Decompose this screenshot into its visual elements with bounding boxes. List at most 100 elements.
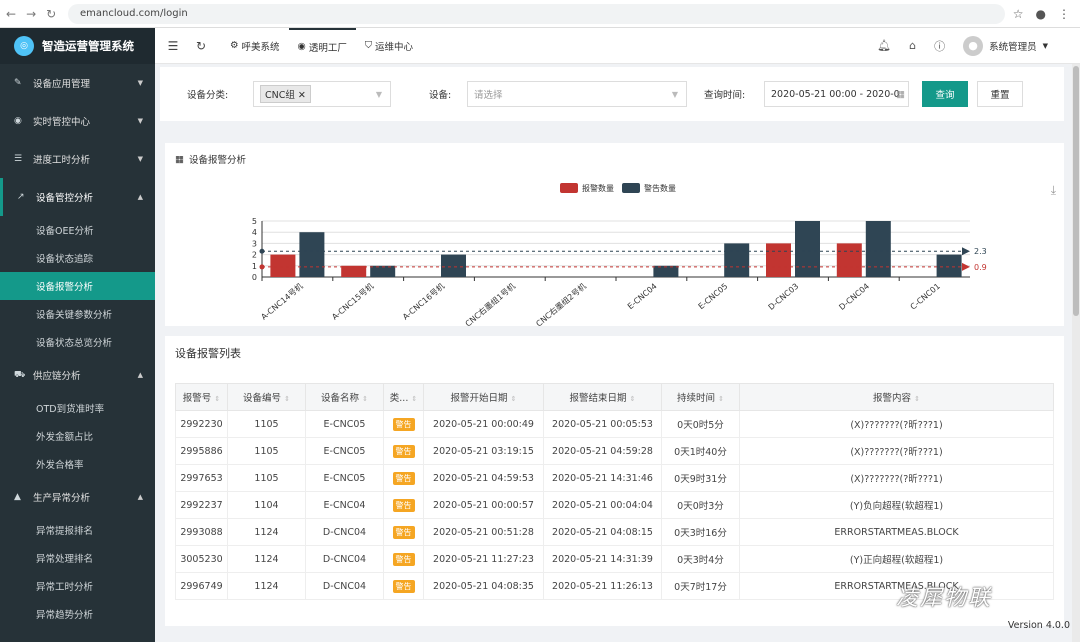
sidebar-item-otd[interactable]: OTD到货准时率: [0, 394, 155, 422]
menu-progress[interactable]: ☰ 进度工时分析 ▼: [0, 140, 155, 178]
close-icon[interactable]: ✕: [298, 90, 306, 101]
column-header[interactable]: 报警号 ⇕: [175, 383, 228, 411]
menu-device-control[interactable]: ↗ 设备管控分析 ▲: [0, 178, 155, 216]
profile-icon[interactable]: ●: [1036, 7, 1046, 21]
sidebar: ◎ 智造运营管理系统 ✎ 设备应用管理 ▼ ◉ 实时管控中心 ▼ ☰ 进度工时分析 ▼ ↗ 设…: [0, 28, 155, 642]
sidebar-item-exc-trend[interactable]: 异常趋势分析: [0, 600, 155, 628]
bar: [836, 243, 862, 277]
menu-label: 进度工时分析: [33, 155, 91, 166]
sort-icon[interactable]: ⇕: [362, 395, 368, 403]
column-header[interactable]: 持续时间 ⇕: [661, 383, 740, 411]
column-header[interactable]: 设备编号 ⇕: [227, 383, 306, 411]
top-bar: ☰ ↻ ⚙ 呼美系统 ◉ 透明工厂 ⛉ 运维中心 🔔︎ ⌂ ⓘ ● 系统管理员 ▼: [155, 27, 1080, 64]
table-row[interactable]: 2993088 1124 D-CNC04 警告 2020-05-21 00:51:28 2…: [175, 518, 1054, 546]
menu-exception[interactable]: ▲ 生产异常分析 ▲: [0, 478, 155, 516]
sidebar-item-outsource-amount[interactable]: 外发金额占比: [0, 422, 155, 450]
sidebar-item-exc-hours[interactable]: 异常工时分析: [0, 572, 155, 600]
table-cell: 2020-05-21 04:59:28: [543, 437, 662, 465]
column-header[interactable]: 类... ⇕: [383, 383, 424, 411]
device-select[interactable]: 请选择 ▼: [467, 81, 687, 107]
x-tick-label: D-CNC03: [767, 282, 801, 312]
table-row[interactable]: 2992230 1105 E-CNC05 警告 2020-05-21 00:00:49 2…: [175, 410, 1054, 438]
tab-ops[interactable]: ⛉ 运维中心: [356, 28, 422, 64]
sort-icon[interactable]: ⇕: [718, 395, 724, 403]
sort-icon[interactable]: ⇕: [914, 395, 920, 403]
table-cell: (X)???????(?昕???1): [739, 410, 1054, 438]
device-label: 设备:: [429, 90, 452, 101]
table-cell: 0天9时31分: [661, 464, 740, 492]
table-row[interactable]: 2995886 1105 E-CNC05 警告 2020-05-21 03:19:15 2…: [175, 437, 1054, 465]
sidebar-item-exc-report[interactable]: 异常提报排名: [0, 516, 155, 544]
sidebar-item-key-params[interactable]: 设备关键参数分析: [0, 300, 155, 328]
sort-icon[interactable]: ⇕: [214, 395, 220, 403]
forward-icon[interactable]: →: [26, 7, 36, 21]
cell-text: 2995886: [180, 445, 223, 457]
user-menu[interactable]: ● 系统管理员 ▼: [963, 35, 1048, 56]
cell-text: 2020-05-21 03:19:15: [433, 445, 534, 457]
cell-text: 0天3时4分: [677, 555, 724, 566]
refresh-icon[interactable]: ↻: [187, 39, 215, 53]
category-tag: CNC组 ✕: [260, 85, 311, 103]
sidebar-item-status-track[interactable]: 设备状态追踪: [0, 244, 155, 272]
menu-realtime[interactable]: ◉ 实时管控中心 ▼: [0, 102, 155, 140]
back-icon[interactable]: ←: [6, 7, 16, 21]
time-range-input[interactable]: 2020-05-21 00:00 - 2020-0 ▦: [764, 81, 909, 107]
star-icon[interactable]: ☆: [1013, 7, 1024, 21]
column-header[interactable]: 报警结束日期 ⇕: [543, 383, 662, 411]
sort-icon[interactable]: ⇕: [511, 395, 517, 403]
cell-text: 2020-05-21 11:27:23: [433, 553, 534, 565]
cell-text: 3005230: [180, 553, 223, 565]
reset-button[interactable]: 重置: [977, 81, 1023, 107]
sidebar-item-exc-handle[interactable]: 异常处理排名: [0, 544, 155, 572]
table-cell: 2020-05-21 14:31:39: [543, 545, 662, 573]
status-badge: 警告: [392, 525, 415, 539]
table-cell: 0天3时4分: [661, 545, 740, 573]
category-select[interactable]: CNC组 ✕ ▼: [253, 81, 391, 107]
sidebar-item-status-overview[interactable]: 设备状态总览分析: [0, 328, 155, 356]
tag-icon[interactable]: ⌂: [909, 39, 916, 52]
x-tick-label: E-CNC05: [697, 282, 730, 312]
time-value: 2020-05-21 00:00 - 2020-0: [771, 88, 900, 100]
menu-device-app[interactable]: ✎ 设备应用管理 ▼: [0, 64, 155, 102]
cell-text: E-CNC05: [323, 445, 366, 457]
status-badge: 警告: [392, 417, 415, 431]
sidebar-item-oee[interactable]: 设备OEE分析: [0, 216, 155, 244]
sidebar-item-alarm[interactable]: 设备报警分析: [0, 272, 155, 300]
query-button[interactable]: 查询: [922, 81, 968, 107]
tab-humei[interactable]: ⚙ 呼美系统: [221, 28, 289, 64]
tab-factory[interactable]: ◉ 透明工厂: [288, 27, 356, 64]
sort-icon[interactable]: ⇕: [411, 395, 417, 403]
table-cell: (Y)正向超程(软超程1): [739, 545, 1054, 573]
table-row[interactable]: 2997653 1105 E-CNC05 警告 2020-05-21 04:59:53 2…: [175, 464, 1054, 492]
column-header[interactable]: 报警内容 ⇕: [739, 383, 1054, 411]
table-cell: 警告: [383, 410, 424, 438]
table-row[interactable]: 3005230 1124 D-CNC04 警告 2020-05-21 11:27:23 2…: [175, 545, 1054, 573]
y-tick-label: 2: [252, 251, 257, 260]
bar: [370, 265, 396, 277]
sidebar-item-outsource-pass[interactable]: 外发合格率: [0, 450, 155, 478]
list-title: 设备报警列表: [175, 347, 241, 360]
bar: [936, 254, 962, 277]
column-header[interactable]: 报警开始日期 ⇕: [423, 383, 544, 411]
watermark: 凌犀物联: [896, 580, 992, 612]
cell-text: 1105: [254, 445, 279, 457]
info-icon[interactable]: ⓘ: [934, 38, 945, 54]
address-bar[interactable]: emancloud.com/login: [68, 3, 1005, 24]
scrollbar-thumb[interactable]: [1073, 66, 1079, 316]
reload-icon[interactable]: ↻: [46, 7, 56, 21]
table-cell: 2992230: [175, 410, 228, 438]
cell-text: 2020-05-21 00:04:04: [552, 499, 653, 511]
menu-toggle-icon[interactable]: ☰: [159, 39, 187, 53]
bell-icon[interactable]: 🔔︎: [877, 39, 891, 52]
sort-icon[interactable]: ⇕: [630, 395, 636, 403]
caret-down-icon: ▼: [1042, 41, 1048, 50]
more-icon[interactable]: ⋮: [1058, 7, 1070, 21]
watermark-text: 凌犀物联: [896, 586, 993, 611]
column-header[interactable]: 设备名称 ⇕: [305, 383, 384, 411]
legend-swatch: [560, 183, 578, 193]
alarm-chart: 报警数量 警告数量 0 1 2 3 4 5 A-CNC14号机 A-CNC15号机 A-CNC16号…: [252, 183, 987, 326]
table-row[interactable]: 2992237 1104 E-CNC04 警告 2020-05-21 00:00:57 2…: [175, 491, 1054, 519]
sort-icon[interactable]: ⇕: [284, 395, 290, 403]
table-cell: 1124: [227, 545, 306, 573]
menu-supply[interactable]: ⛟ 供应链分析 ▲: [0, 356, 155, 394]
